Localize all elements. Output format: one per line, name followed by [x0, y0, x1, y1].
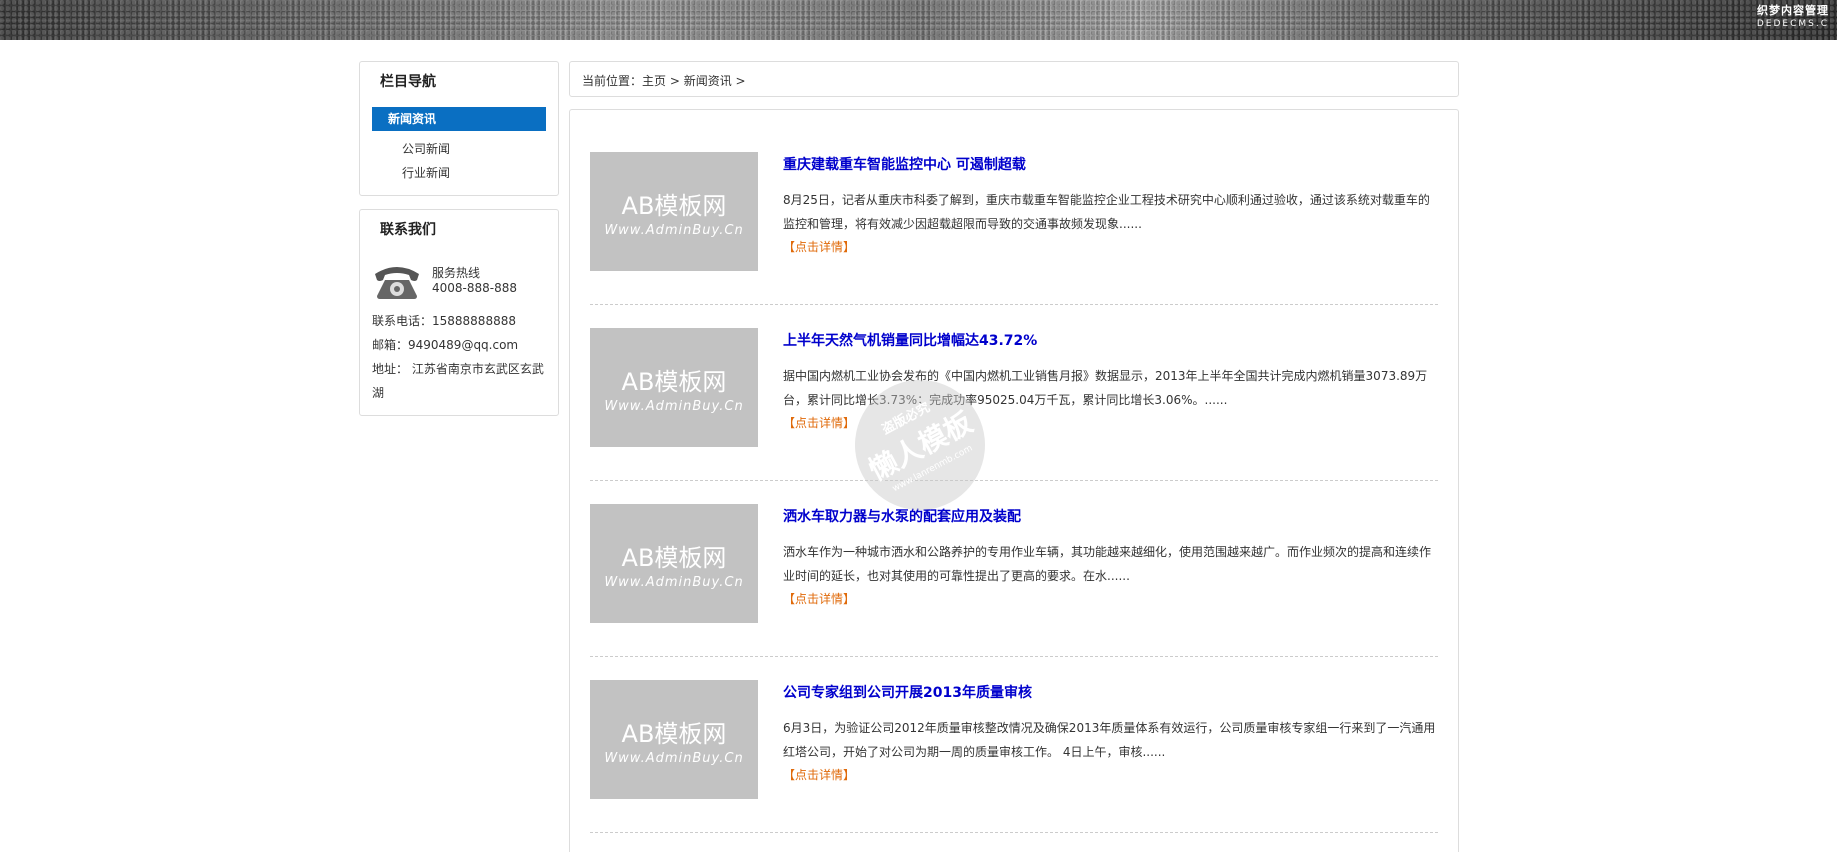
logo-text-cn: 织梦内容管理: [1757, 4, 1829, 17]
thumbnail-url-text: Www.AdminBuy.Cn: [604, 223, 744, 238]
article-title-link[interactable]: 上半年天然气机销量同比增幅达43.72%: [783, 330, 1037, 350]
nav-item-company-news[interactable]: 公司新闻: [402, 140, 450, 157]
article-thumbnail[interactable]: AB模板网 Www.AdminBuy.Cn: [590, 328, 758, 447]
article-thumbnail[interactable]: AB模板网 Www.AdminBuy.Cn: [590, 680, 758, 799]
breadcrumb-separator: >: [731, 74, 746, 88]
contact-panel: 联系我们 服务热线 4008-888-888 联系电话：15888888888 …: [359, 209, 559, 416]
contact-phone: 联系电话：15888888888: [372, 314, 516, 328]
thumbnail-logo-text: AB模板网: [621, 544, 727, 572]
thumbnail-url-text: Www.AdminBuy.Cn: [604, 751, 744, 766]
breadcrumb-separator: >: [666, 74, 684, 88]
item-divider: [590, 304, 1438, 305]
read-more-link[interactable]: 【点击详情】: [783, 414, 855, 431]
breadcrumb-prefix: 当前位置：: [582, 74, 643, 88]
article-title-link[interactable]: 洒水车取力器与水泵的配套应用及装配: [783, 506, 1021, 526]
hotline-number: 4008-888-888: [432, 281, 518, 295]
telephone-icon: [375, 267, 419, 299]
read-more-link[interactable]: 【点击详情】: [783, 590, 855, 607]
thumbnail-logo-text: AB模板网: [621, 368, 727, 396]
category-nav-title: 栏目导航: [380, 74, 436, 90]
article-list: AB模板网 Www.AdminBuy.Cn 重庆建载重车智能监控中心 可遏制超载…: [569, 109, 1459, 852]
list-item: AB模板网 Www.AdminBuy.Cn 公司专家组到公司开展2013年质量审…: [590, 680, 1438, 852]
contact-address: 地址： 江苏省南京市玄武区玄武湖: [372, 362, 544, 400]
breadcrumb-home-link[interactable]: 主页: [642, 74, 666, 88]
list-item: AB模板网 Www.AdminBuy.Cn 重庆建载重车智能监控中心 可遏制超载…: [590, 152, 1438, 328]
site-logo[interactable]: 织梦内容管理 DEDECMS.C: [1757, 4, 1829, 30]
breadcrumb: 当前位置：主页 > 新闻资讯 >: [582, 72, 746, 89]
list-item: AB模板网 Www.AdminBuy.Cn 洒水车取力器与水泵的配套应用及装配 …: [590, 504, 1438, 680]
item-divider: [590, 832, 1438, 833]
nav-item-industry-news[interactable]: 行业新闻: [402, 164, 450, 181]
item-divider: [590, 480, 1438, 481]
list-item: AB模板网 Www.AdminBuy.Cn 上半年天然气机销量同比增幅达43.7…: [590, 328, 1438, 504]
breadcrumb-bar: 当前位置：主页 > 新闻资讯 >: [569, 61, 1459, 97]
item-divider: [590, 656, 1438, 657]
article-thumbnail[interactable]: AB模板网 Www.AdminBuy.Cn: [590, 504, 758, 623]
read-more-link[interactable]: 【点击详情】: [783, 766, 855, 783]
contact-title: 联系我们: [380, 222, 436, 238]
category-nav-panel: 栏目导航 新闻资讯 公司新闻 行业新闻: [359, 61, 559, 196]
article-summary: 8月25日，记者从重庆市科委了解到，重庆市载重车智能监控企业工程技术研究中心顺利…: [783, 193, 1430, 231]
header-banner: 织梦内容管理 DEDECMS.C: [0, 0, 1837, 40]
article-title-link[interactable]: 重庆建载重车智能监控中心 可遏制超载: [783, 154, 1026, 174]
logo-text-en: DEDECMS.C: [1756, 19, 1829, 29]
article-summary: 洒水车作为一种城市洒水和公路养护的专用作业车辆，其功能越来越细化，使用范围越来越…: [783, 545, 1432, 583]
article-summary: 6月3日，为验证公司2012年质量审核整改情况及确保2013年质量体系有效运行，…: [783, 721, 1436, 759]
thumbnail-url-text: Www.AdminBuy.Cn: [604, 575, 744, 590]
contact-email: 邮箱：9490489@qq.com: [372, 338, 519, 352]
breadcrumb-news-link[interactable]: 新闻资讯: [684, 74, 732, 88]
article-thumbnail[interactable]: AB模板网 Www.AdminBuy.Cn: [590, 152, 758, 271]
article-title-link[interactable]: 公司专家组到公司开展2013年质量审核: [783, 682, 1032, 702]
nav-item-news[interactable]: 新闻资讯: [372, 107, 546, 131]
read-more-link[interactable]: 【点击详情】: [783, 238, 855, 255]
thumbnail-logo-text: AB模板网: [621, 192, 727, 220]
thumbnail-url-text: Www.AdminBuy.Cn: [604, 399, 744, 414]
thumbnail-logo-text: AB模板网: [621, 720, 727, 748]
hotline-label: 服务热线: [432, 266, 481, 280]
